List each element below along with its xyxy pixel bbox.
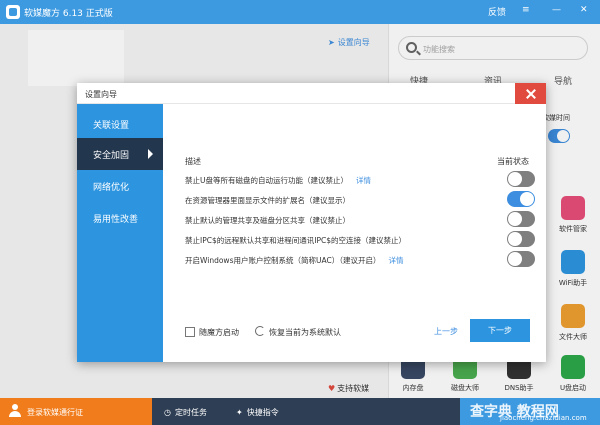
dialog-sidebar: 关联设置 安全加固 网络优化 易用性改善 <box>77 104 163 362</box>
sidebar-item-label: 易用性改善 <box>93 215 139 225</box>
setting-row: 开启Windows用户账户控制系统（简称UAC）（建议开启） 详情 <box>185 250 535 270</box>
setting-description: 在资源管理器里面显示文件的扩展名（建议显示） <box>185 195 350 206</box>
startup-checkbox-label: 随魔方启动 <box>199 328 239 337</box>
setting-text: 在资源管理器里面显示文件的扩展名（建议显示） <box>185 196 350 205</box>
runner-icon: ✦ <box>236 408 243 417</box>
restore-icon[interactable] <box>255 326 265 336</box>
setting-row: 禁止IPC$的远程默认共享和进程间通讯IPC$的空连接（建议禁止） <box>185 230 535 250</box>
sidebar-item-label: 关联设置 <box>93 121 130 131</box>
sidebar-item-security[interactable]: 安全加固 <box>77 138 163 170</box>
setting-description: 禁止默认的管理共享及磁盘分区共享（建议禁止） <box>185 215 350 226</box>
app-logo-icon <box>6 5 20 19</box>
setting-description: 禁止IPC$的远程默认共享和进程间通讯IPC$的空连接（建议禁止） <box>185 235 406 246</box>
setting-toggle[interactable] <box>507 191 535 207</box>
setting-description: 开启Windows用户账户控制系统（简称UAC）（建议开启） 详情 <box>185 255 403 266</box>
next-button[interactable]: 下一步 <box>470 319 530 342</box>
login-button[interactable]: 登录软媒通行证 <box>0 398 152 425</box>
scheduled-task-button[interactable]: ◷ 定时任务 <box>164 407 207 418</box>
sidebar-item-network[interactable]: 网络优化 <box>77 170 163 202</box>
dialog-close-icon[interactable] <box>515 83 546 104</box>
details-link[interactable]: 详情 <box>388 256 403 265</box>
startup-checkbox[interactable] <box>185 327 195 337</box>
quick-command-label: 快捷指令 <box>246 408 279 417</box>
dialog-title: 设置向导 <box>85 90 117 99</box>
setting-row: 禁止U盘等所有磁盘的自动运行功能（建议禁止） 详情 <box>185 170 535 190</box>
setting-text: 禁止IPC$的远程默认共享和进程间通讯IPC$的空连接（建议禁止） <box>185 236 406 245</box>
quick-command-button[interactable]: ✦ 快捷指令 <box>236 407 279 418</box>
sidebar-item-usability[interactable]: 易用性改善 <box>77 202 163 234</box>
title-bar: 软媒魔方 6.13 正式版 反馈 ≡ — ✕ <box>0 0 600 24</box>
setting-toggle[interactable] <box>507 231 535 247</box>
app-title: 软媒魔方 6.13 正式版 <box>24 9 113 19</box>
sidebar-item-label: 安全加固 <box>93 151 130 161</box>
clock-icon: ◷ <box>164 408 171 417</box>
setting-text: 禁止U盘等所有磁盘的自动运行功能（建议禁止） <box>185 176 348 185</box>
sidebar-item-association[interactable]: 关联设置 <box>77 108 163 140</box>
previous-button[interactable]: 上一步 <box>434 326 458 337</box>
setting-row: 在资源管理器里面显示文件的扩展名（建议显示） <box>185 190 535 210</box>
dialog-content: 描述 当前状态 禁止U盘等所有磁盘的自动运行功能（建议禁止） 详情 在资源管理器里… <box>163 104 546 362</box>
setting-toggle[interactable] <box>507 251 535 267</box>
caret-right-icon <box>148 149 153 159</box>
column-header-state: 当前状态 <box>497 157 529 166</box>
setup-wizard-dialog: 设置向导 关联设置 安全加固 网络优化 易用性改善 描述 当前状态 禁止U盘等所… <box>77 83 546 362</box>
login-label: 登录软媒通行证 <box>27 408 83 417</box>
scheduled-task-label: 定时任务 <box>174 408 207 417</box>
restore-defaults-link[interactable]: 恢复当前为系统默认 <box>269 327 341 338</box>
setting-text: 开启Windows用户账户控制系统（简称UAC）（建议开启） <box>185 256 381 265</box>
watermark-url: jiaocheng.chazidian.com <box>500 414 587 422</box>
setting-text: 禁止默认的管理共享及磁盘分区共享（建议禁止） <box>185 216 350 225</box>
column-header-description: 描述 <box>185 157 201 166</box>
sidebar-item-label: 网络优化 <box>93 183 130 193</box>
minimize-icon[interactable]: — <box>552 5 561 15</box>
setting-row: 禁止默认的管理共享及磁盘分区共享（建议禁止） <box>185 210 535 230</box>
menu-icon[interactable]: ≡ <box>522 5 530 15</box>
dialog-title-bar: 设置向导 <box>77 83 546 104</box>
setting-toggle[interactable] <box>507 211 535 227</box>
feedback-button[interactable]: 反馈 <box>488 5 506 18</box>
user-icon <box>8 404 22 418</box>
close-icon[interactable]: ✕ <box>580 5 588 15</box>
setting-description: 禁止U盘等所有磁盘的自动运行功能（建议禁止） 详情 <box>185 175 371 186</box>
setting-toggle[interactable] <box>507 171 535 187</box>
details-link[interactable]: 详情 <box>356 176 371 185</box>
